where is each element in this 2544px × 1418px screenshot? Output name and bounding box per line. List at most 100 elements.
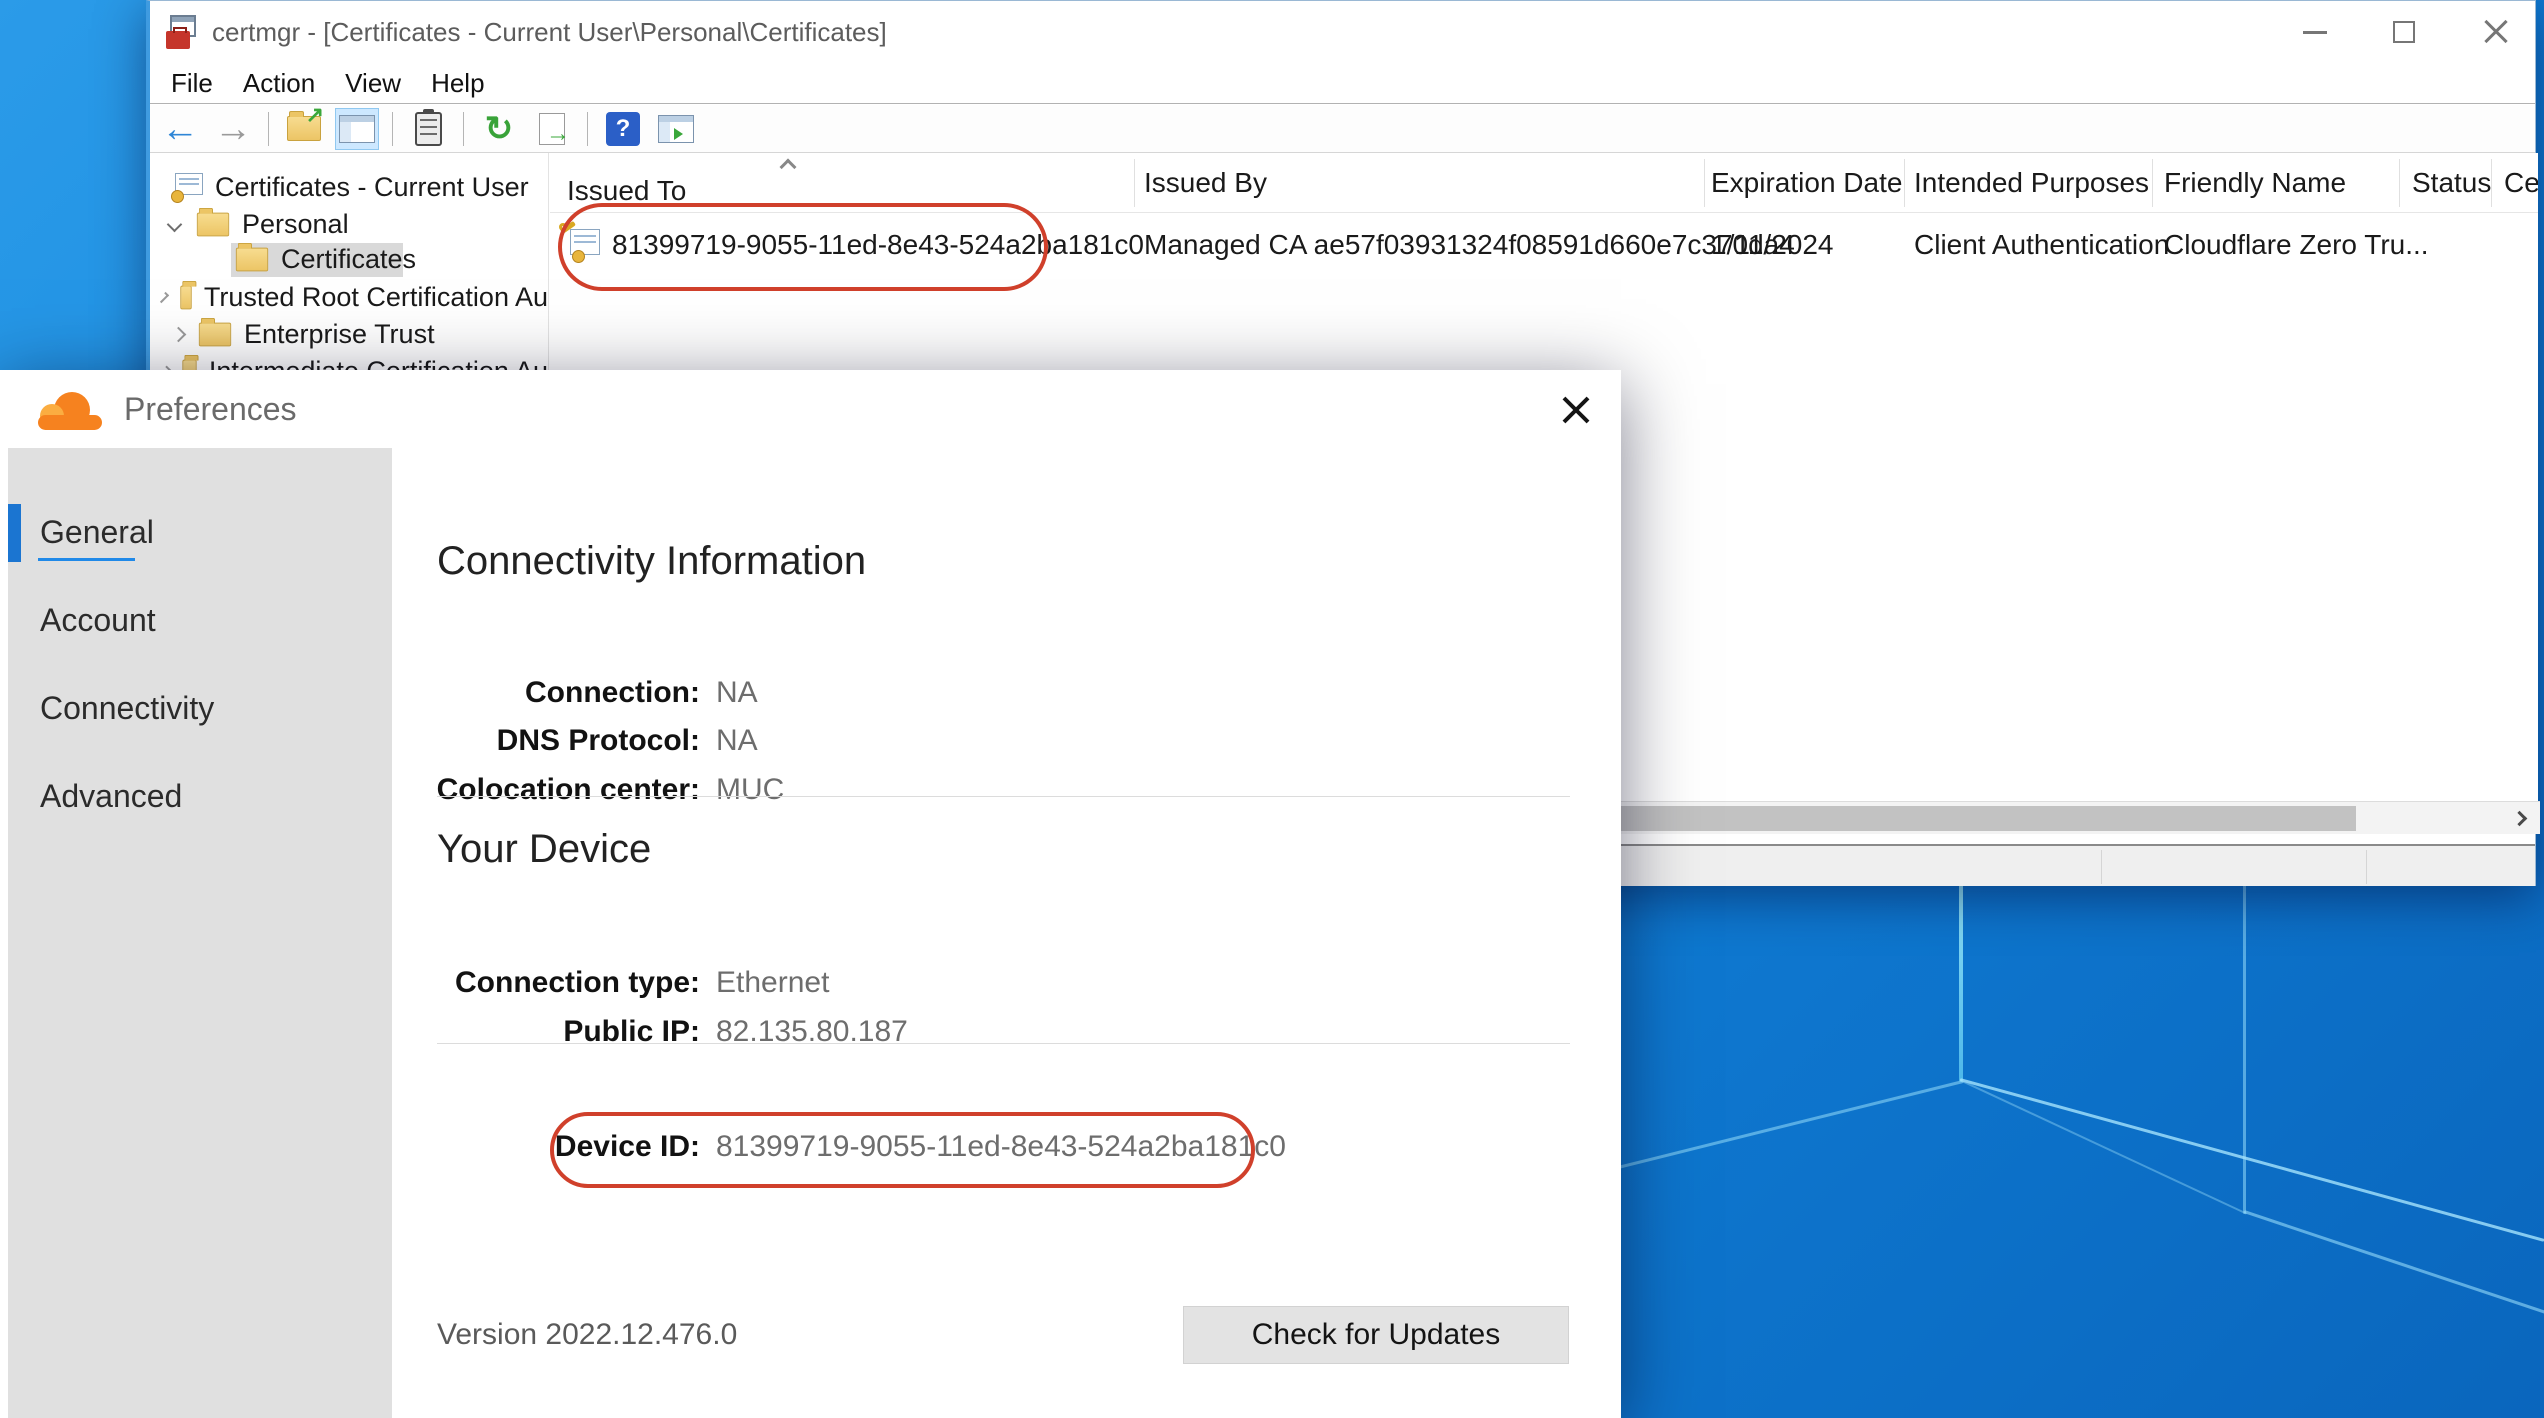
certificates-store-icon [169,173,205,203]
window-title: certmgr - [Certificates - Current User\P… [212,1,887,63]
column-intended-purposes[interactable]: Intended Purposes [1914,167,2149,199]
column-divider[interactable] [1704,159,1705,207]
wallpaper-light-beam [1618,1080,1964,1169]
tab-general[interactable]: General [40,512,154,552]
folder-icon [197,213,229,237]
column-certificate-template[interactable]: Ce [2504,167,2538,199]
folder-icon [199,323,231,347]
column-divider[interactable] [1904,159,1905,207]
menu-action[interactable]: Action [228,63,330,104]
column-divider[interactable] [1134,159,1135,207]
value-colocation-center: MUC [716,773,784,807]
forward-icon: → [214,110,252,148]
cloudflare-logo-icon [38,392,104,430]
clipboard-icon [415,112,442,146]
column-expiration-date[interactable]: Expiration Date [1711,167,1902,199]
tree-item-trusted-root[interactable]: Trusted Root Certification Au [155,279,548,316]
label-connection: Connection: [340,676,700,710]
minimize-button[interactable] [2285,1,2345,63]
selected-tab-underline [38,558,135,561]
section-divider [437,1043,1570,1044]
tab-account[interactable]: Account [40,600,156,640]
menu-view[interactable]: View [330,63,416,104]
menu-help[interactable]: Help [416,63,499,104]
wallpaper-light-beam [1960,1078,2544,1242]
wallpaper-light-beam [1959,878,1963,1082]
column-status[interactable]: Status [2412,167,2491,199]
up-one-level-button[interactable]: ↗ [282,108,326,150]
console-window-button[interactable] [654,108,698,150]
toolbar-separator [587,112,588,146]
label-colocation-center: Colocation center: [340,773,700,807]
sort-ascending-icon [780,159,797,176]
cell-intended-purposes: Client Authentication [1914,229,2169,261]
close-icon [2483,19,2509,45]
refresh-icon: ↻ [485,109,514,149]
tree-item-enterprise-trust[interactable]: Enterprise Trust [155,316,548,353]
label-dns-protocol: DNS Protocol: [340,724,700,758]
menu-file[interactable]: File [156,63,228,104]
value-connection-type: Ethernet [716,966,829,1000]
tree-item-certificates[interactable]: Certificates [155,241,548,278]
help-button[interactable] [601,108,645,150]
folder-icon [180,286,192,310]
export-doc-icon: → [539,113,565,145]
preferences-close-button[interactable] [1544,382,1608,438]
forward-button[interactable]: → [211,108,255,150]
preferences-header: Preferences [0,370,1621,448]
chevron-collapsed-icon[interactable] [171,327,187,343]
chevron-expanded-icon[interactable] [167,217,183,233]
section-heading-connectivity: Connectivity Information [437,539,866,584]
toolbar-separator [463,112,464,146]
close-icon [1560,394,1592,426]
preferences-title: Preferences [124,370,297,448]
column-divider[interactable] [2491,159,2492,207]
cell-friendly-name: Cloudflare Zero Tru... [2164,229,2429,261]
column-divider[interactable] [2399,159,2400,207]
chevron-right-icon [2511,811,2527,827]
version-text: Version 2022.12.476.0 [437,1318,737,1352]
check-for-updates-button[interactable]: Check for Updates [1183,1306,1569,1364]
preferences-dialog: Preferences General Account Connectivity… [0,370,1621,1418]
up-arrow-icon: ↗ [306,104,324,126]
cell-issued-by: Managed CA ae57f03931324f08591d660e7c370… [1144,229,1795,261]
toolbar: ← → ↗ ↻ → [150,105,2535,153]
folder-icon [236,248,268,272]
close-button[interactable] [2466,1,2526,63]
menu-bar: File Action View Help [150,63,2535,104]
red-circle-annotation-issued-to [558,203,1048,291]
show-console-tree-button[interactable] [335,108,379,150]
screen: certmgr - [Certificates - Current User\P… [0,0,2544,1418]
value-connection: NA [716,676,758,710]
back-button[interactable]: ← [158,108,202,150]
column-friendly-name[interactable]: Friendly Name [2164,167,2346,199]
certmgr-app-icon [166,15,200,49]
tree-root-certificates-current-user[interactable]: Certificates - Current User [155,169,548,206]
tab-connectivity[interactable]: Connectivity [40,688,214,728]
column-issued-by[interactable]: Issued By [1144,167,1267,199]
scroll-right-button[interactable] [2498,802,2540,835]
export-list-button[interactable]: → [530,108,574,150]
refresh-button[interactable]: ↻ [477,108,521,150]
chevron-collapsed-icon[interactable] [158,292,169,303]
paste-button[interactable] [406,108,450,150]
toolbar-separator [268,112,269,146]
tree-item-personal[interactable]: Personal [155,206,548,243]
red-circle-annotation-device-id [550,1112,1255,1188]
toolbar-separator [392,112,393,146]
statusbar-divider [2366,850,2367,884]
maximize-button[interactable] [2374,1,2434,63]
console-window-icon [658,115,694,143]
selected-tab-indicator [8,504,21,562]
preferences-sidebar: General Account Connectivity Advanced [8,448,392,1418]
help-icon [606,112,640,146]
preferences-content: Connectivity Information Connection: NA … [392,448,1621,1418]
section-heading-your-device: Your Device [437,827,651,872]
back-icon: ← [161,110,199,148]
column-divider[interactable] [2152,159,2153,207]
section-divider [437,796,1570,797]
tab-advanced[interactable]: Advanced [40,776,182,816]
statusbar-divider [2101,850,2102,884]
label-connection-type: Connection type: [340,966,700,1000]
title-bar[interactable]: certmgr - [Certificates - Current User\P… [150,1,2535,63]
